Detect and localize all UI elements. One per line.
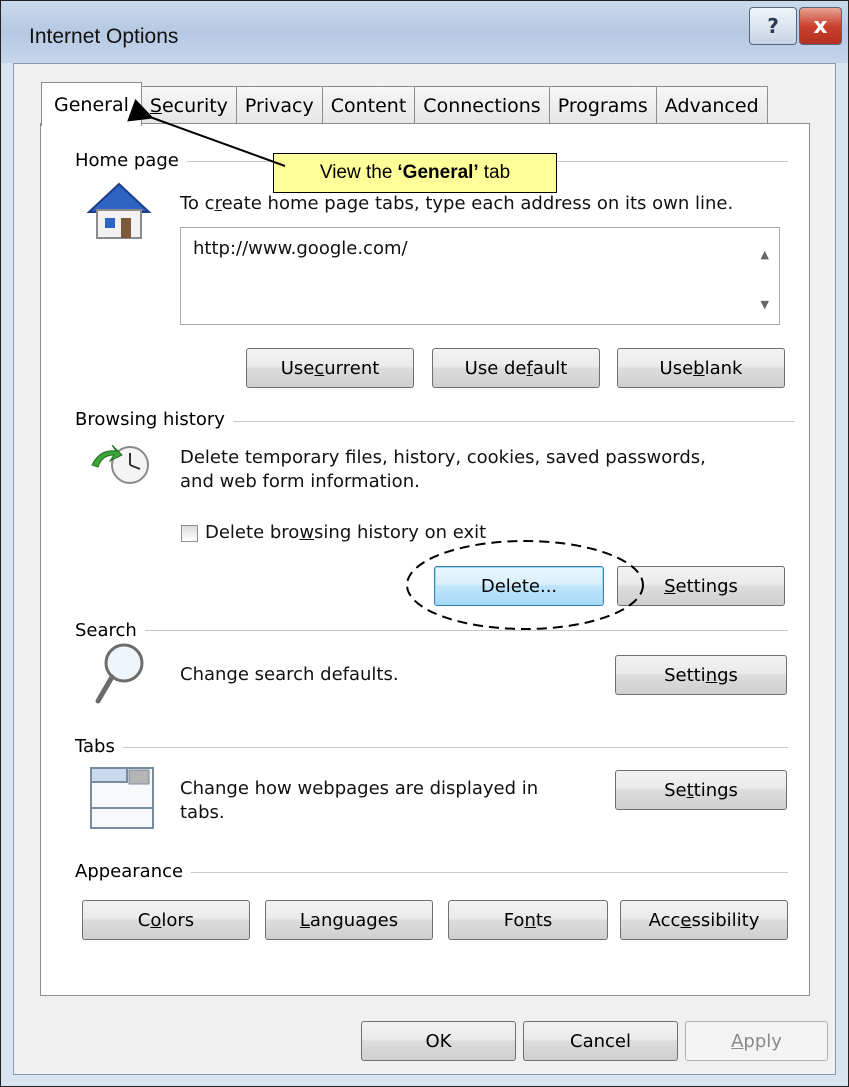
tab-privacy[interactable]: Privacy [235, 86, 323, 124]
browsing-history-label: Browsing history [75, 409, 233, 430]
tab-connections[interactable]: Connections [414, 86, 550, 124]
search-settings-button[interactable]: Setti n gs [615, 655, 787, 695]
home-page-url-value: http://www.google.com/ [193, 238, 408, 259]
tab-strip: General Security Privacy Content Connect… [41, 82, 768, 126]
fonts-button[interactable]: Fo n ts [448, 900, 608, 940]
help-button[interactable]: ? [749, 7, 797, 45]
cancel-button[interactable]: Cancel [523, 1021, 678, 1061]
scroll-down-icon[interactable]: ▼ [761, 298, 769, 311]
tab-advanced[interactable]: Advanced [655, 86, 768, 124]
ok-button[interactable]: OK [361, 1021, 516, 1061]
tab-content[interactable]: Content [321, 86, 416, 124]
browsing-history-settings-button[interactable]: Settings [617, 566, 785, 606]
tab-label: Programs [557, 94, 648, 117]
tab-label: Privacy [244, 94, 314, 117]
tabs-divider [75, 747, 788, 748]
apply-button[interactable]: Apply [685, 1021, 828, 1061]
home-page-url-textarea[interactable]: http://www.google.com/ ▲ ▼ [180, 227, 780, 325]
tab-label-accel: S [149, 94, 162, 117]
close-button[interactable]: x [799, 7, 842, 45]
tabs-settings-button[interactable]: Se t tings [615, 770, 787, 810]
tab-general[interactable]: General [41, 82, 142, 126]
tutorial-callout: View the ‘General’ tab [273, 153, 557, 193]
tab-security[interactable]: Security [140, 86, 237, 124]
tab-label: ecurity [161, 94, 228, 117]
title-bar[interactable]: Internet Options ? x [1, 1, 848, 63]
tab-programs[interactable]: Programs [548, 86, 657, 124]
tab-label: Content [330, 94, 407, 117]
tabs-description: Change how webpages are displayed in tabs… [180, 778, 539, 823]
search-divider [75, 630, 788, 631]
magnifier-icon [95, 643, 144, 704]
delete-on-exit-label[interactable]: Delete browsing history on exit [205, 521, 486, 545]
use-blank-button[interactable]: Use b lank [617, 348, 785, 388]
tab-label: General [54, 93, 129, 116]
appearance-label: Appearance [75, 861, 192, 882]
home-page-description: To create home page tabs, type each addr… [180, 193, 734, 214]
tabs-window-icon [90, 767, 154, 829]
close-icon: x [813, 13, 828, 39]
window-title: Internet Options [29, 25, 179, 48]
colors-button[interactable]: Co lors [82, 900, 250, 940]
scroll-up-icon[interactable]: ▲ [761, 248, 769, 261]
accessibility-button[interactable]: Acc e ssibility [620, 900, 788, 940]
delete-on-exit-checkbox[interactable] [181, 525, 198, 542]
use-default-button[interactable]: Use de f ault [432, 348, 600, 388]
search-description: Change search defaults. [180, 664, 399, 685]
languages-button[interactable]: Languages [265, 900, 433, 940]
browsing-history-description: Delete temporary files, history, cookies… [180, 447, 706, 492]
delete-button[interactable]: Delete... [434, 566, 604, 606]
home-page-label: Home page [75, 150, 187, 171]
use-current-button[interactable]: Use c urrent [246, 348, 414, 388]
house-icon [86, 182, 152, 239]
help-icon: ? [767, 14, 779, 38]
history-clock-icon [91, 444, 149, 484]
tabs-label: Tabs [75, 736, 123, 757]
tab-label: Advanced [664, 94, 759, 117]
tab-label: Connections [423, 94, 541, 117]
search-label: Search [75, 620, 145, 641]
